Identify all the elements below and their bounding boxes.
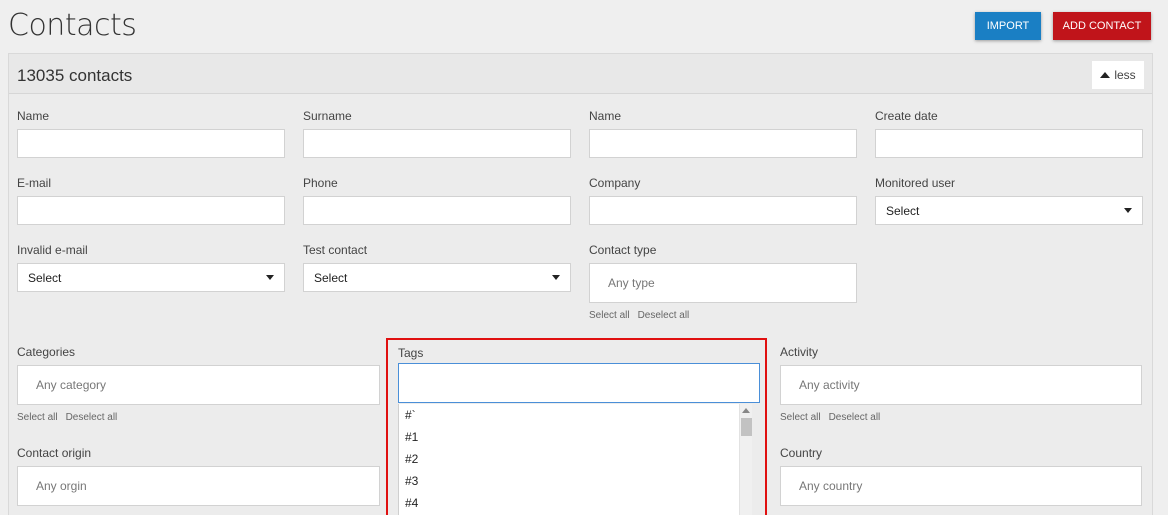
name2-input[interactable] xyxy=(589,129,857,158)
categories-links: Select all Deselect all xyxy=(17,412,380,423)
select-all-link[interactable]: Select all xyxy=(589,310,630,321)
dropdown-arrow-icon xyxy=(552,275,560,280)
caret-up-icon xyxy=(1100,72,1111,78)
scroll-up-icon[interactable] xyxy=(742,408,750,413)
contact-type-multiselect[interactable]: Any type xyxy=(589,263,857,303)
invalid-email-select[interactable]: Select xyxy=(17,263,285,292)
test-contact-value: Select xyxy=(314,270,348,285)
contact-origin-filter: Contact origin Any orgin xyxy=(17,446,380,506)
tag-option[interactable]: #` xyxy=(399,404,751,426)
test-contact-filter: Test contact Select xyxy=(303,243,571,292)
test-contact-label: Test contact xyxy=(303,243,368,257)
select-all-link[interactable]: Select all xyxy=(780,412,821,423)
country-label: Country xyxy=(780,446,823,460)
email-label: E-mail xyxy=(17,176,52,190)
less-button[interactable]: less xyxy=(1092,61,1144,89)
name-filter: Name xyxy=(17,109,285,158)
company-input[interactable] xyxy=(589,196,857,225)
contact-origin-label: Contact origin xyxy=(17,446,92,460)
activity-filter: Activity Any activity Select all Deselect… xyxy=(780,345,1142,423)
email-filter: E-mail xyxy=(17,176,285,225)
name2-filter: Name xyxy=(589,109,857,158)
categories-multiselect[interactable]: Any category xyxy=(17,365,380,405)
invalid-email-value: Select xyxy=(28,270,62,285)
name-input[interactable] xyxy=(17,129,285,158)
monitored-user-select[interactable]: Select xyxy=(875,196,1143,225)
contact-origin-multiselect[interactable]: Any orgin xyxy=(17,466,380,506)
country-filter: Country Any country xyxy=(780,446,1142,506)
tag-option[interactable]: #4 xyxy=(399,492,751,514)
contact-type-links: Select all Deselect all xyxy=(589,310,857,321)
contact-type-label: Contact type xyxy=(589,243,657,257)
surname-label: Surname xyxy=(303,109,352,123)
select-all-link[interactable]: Select all xyxy=(17,412,58,423)
surname-input[interactable] xyxy=(303,129,571,158)
tags-dropdown-list: #` #1 #2 #3 #4 xyxy=(398,404,752,515)
less-label: less xyxy=(1114,68,1136,82)
activity-label: Activity xyxy=(780,345,819,359)
tag-option[interactable]: #1 xyxy=(399,426,751,448)
company-label: Company xyxy=(589,176,641,190)
panel-header: 13035 contacts less xyxy=(9,54,1152,94)
invalid-email-label: Invalid e-mail xyxy=(17,243,88,257)
tag-option[interactable]: #2 xyxy=(399,448,751,470)
phone-filter: Phone xyxy=(303,176,571,225)
email-input[interactable] xyxy=(17,196,285,225)
tags-search-input[interactable] xyxy=(398,363,760,403)
test-contact-select[interactable]: Select xyxy=(303,263,571,292)
deselect-all-link[interactable]: Deselect all xyxy=(638,310,690,321)
invalid-email-filter: Invalid e-mail Select xyxy=(17,243,285,292)
monitored-user-filter: Monitored user Select xyxy=(875,176,1143,225)
deselect-all-link[interactable]: Deselect all xyxy=(66,412,118,423)
phone-input[interactable] xyxy=(303,196,571,225)
tags-label: Tags xyxy=(398,346,424,360)
import-button[interactable]: IMPORT xyxy=(975,12,1041,40)
tag-option[interactable]: #3 xyxy=(399,470,751,492)
contacts-count: 13035 contacts xyxy=(17,66,133,85)
deselect-all-link[interactable]: Deselect all xyxy=(829,412,881,423)
company-filter: Company xyxy=(589,176,857,225)
tags-filter-highlight: Tags #` #1 #2 #3 #4 xyxy=(386,338,767,515)
country-multiselect[interactable]: Any country xyxy=(780,466,1142,506)
scroll-thumb[interactable] xyxy=(741,418,752,436)
tags-scrollbar[interactable] xyxy=(739,404,752,515)
categories-filter: Categories Any category Select all Desele… xyxy=(17,345,380,423)
categories-label: Categories xyxy=(17,345,76,359)
contact-type-filter: Contact type Any type Select all Deselect… xyxy=(589,243,857,321)
add-contact-button[interactable]: ADD CONTACT xyxy=(1053,12,1151,40)
create-date-label: Create date xyxy=(875,109,938,123)
create-date-filter: Create date xyxy=(875,109,1143,158)
page-title: Contacts xyxy=(8,8,137,43)
name-label: Name xyxy=(17,109,50,123)
surname-filter: Surname xyxy=(303,109,571,158)
name2-label: Name xyxy=(589,109,622,123)
activity-multiselect[interactable]: Any activity xyxy=(780,365,1142,405)
phone-label: Phone xyxy=(303,176,338,190)
activity-links: Select all Deselect all xyxy=(780,412,1142,423)
monitored-user-label: Monitored user xyxy=(875,176,956,190)
create-date-input[interactable] xyxy=(875,129,1143,158)
dropdown-arrow-icon xyxy=(266,275,274,280)
monitored-user-value: Select xyxy=(886,203,920,218)
dropdown-arrow-icon xyxy=(1124,208,1132,213)
